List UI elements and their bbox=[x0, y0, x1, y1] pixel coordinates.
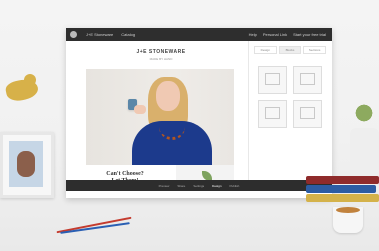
tab-sections[interactable]: Sections bbox=[303, 46, 327, 54]
layout-thumb-inner bbox=[265, 107, 280, 119]
hero-image bbox=[86, 69, 234, 165]
topbar-actions: Help Personal Link Start your free trial bbox=[249, 32, 326, 37]
topbar-nav-item[interactable]: Catalog bbox=[121, 32, 135, 37]
coffee-surface bbox=[336, 207, 360, 213]
layout-thumb-inner bbox=[300, 107, 315, 119]
layout-thumb[interactable] bbox=[293, 66, 322, 94]
tab-blocks[interactable]: Blocks bbox=[278, 46, 302, 54]
tab-design[interactable]: Design bbox=[254, 46, 277, 54]
book bbox=[306, 185, 376, 193]
editor-topbar: J+E Stoneware Catalog Help Personal Link… bbox=[66, 28, 332, 41]
book bbox=[306, 194, 379, 202]
topbar-nav: J+E Stoneware Catalog bbox=[86, 32, 135, 37]
desk-plant bbox=[350, 98, 378, 128]
bottom-nav-item[interactable]: Preview bbox=[159, 184, 170, 188]
desk-vase bbox=[350, 128, 379, 173]
site-brand-subtitle: MADE BY HAND bbox=[149, 57, 173, 61]
help-link[interactable]: Help bbox=[249, 32, 257, 37]
editor-bottombar: Preview Share Settings Design Publish bbox=[66, 180, 332, 191]
bottom-nav-item-active[interactable]: Design bbox=[212, 184, 221, 188]
bottom-nav-item[interactable]: Publish bbox=[230, 184, 240, 188]
pencils bbox=[56, 216, 134, 234]
layout-thumb[interactable] bbox=[258, 66, 287, 94]
personal-link[interactable]: Personal Link bbox=[263, 32, 287, 37]
book bbox=[306, 176, 379, 184]
layout-thumb[interactable] bbox=[258, 100, 287, 128]
layout-thumb[interactable] bbox=[293, 100, 322, 128]
topbar-nav-item[interactable]: J+E Stoneware bbox=[86, 32, 113, 37]
scene: J+E Stoneware Catalog Help Personal Link… bbox=[0, 0, 379, 251]
site-preview: J+E STONEWARE MADE BY HAND Can't Choose?… bbox=[74, 41, 249, 191]
panel-tabs: Design Blocks Sections bbox=[254, 46, 327, 54]
trial-link[interactable]: Start your free trial bbox=[293, 32, 326, 37]
editor-screen: J+E Stoneware Catalog Help Personal Link… bbox=[66, 28, 332, 198]
app-logo-icon[interactable] bbox=[70, 31, 77, 38]
layout-thumb-inner bbox=[300, 73, 315, 85]
bottom-nav-item[interactable]: Settings bbox=[193, 184, 204, 188]
hero-face bbox=[156, 81, 180, 111]
hero-hand bbox=[134, 105, 146, 114]
photo-frame bbox=[0, 132, 54, 198]
site-brand: J+E STONEWARE bbox=[136, 49, 186, 55]
layout-thumbnails bbox=[254, 66, 326, 128]
bottom-nav-item[interactable]: Share bbox=[177, 184, 185, 188]
layout-thumb-inner bbox=[265, 73, 280, 85]
frame-subject bbox=[17, 151, 35, 177]
bird-head bbox=[24, 74, 36, 86]
editor-panel: Design Blocks Sections bbox=[254, 46, 327, 191]
